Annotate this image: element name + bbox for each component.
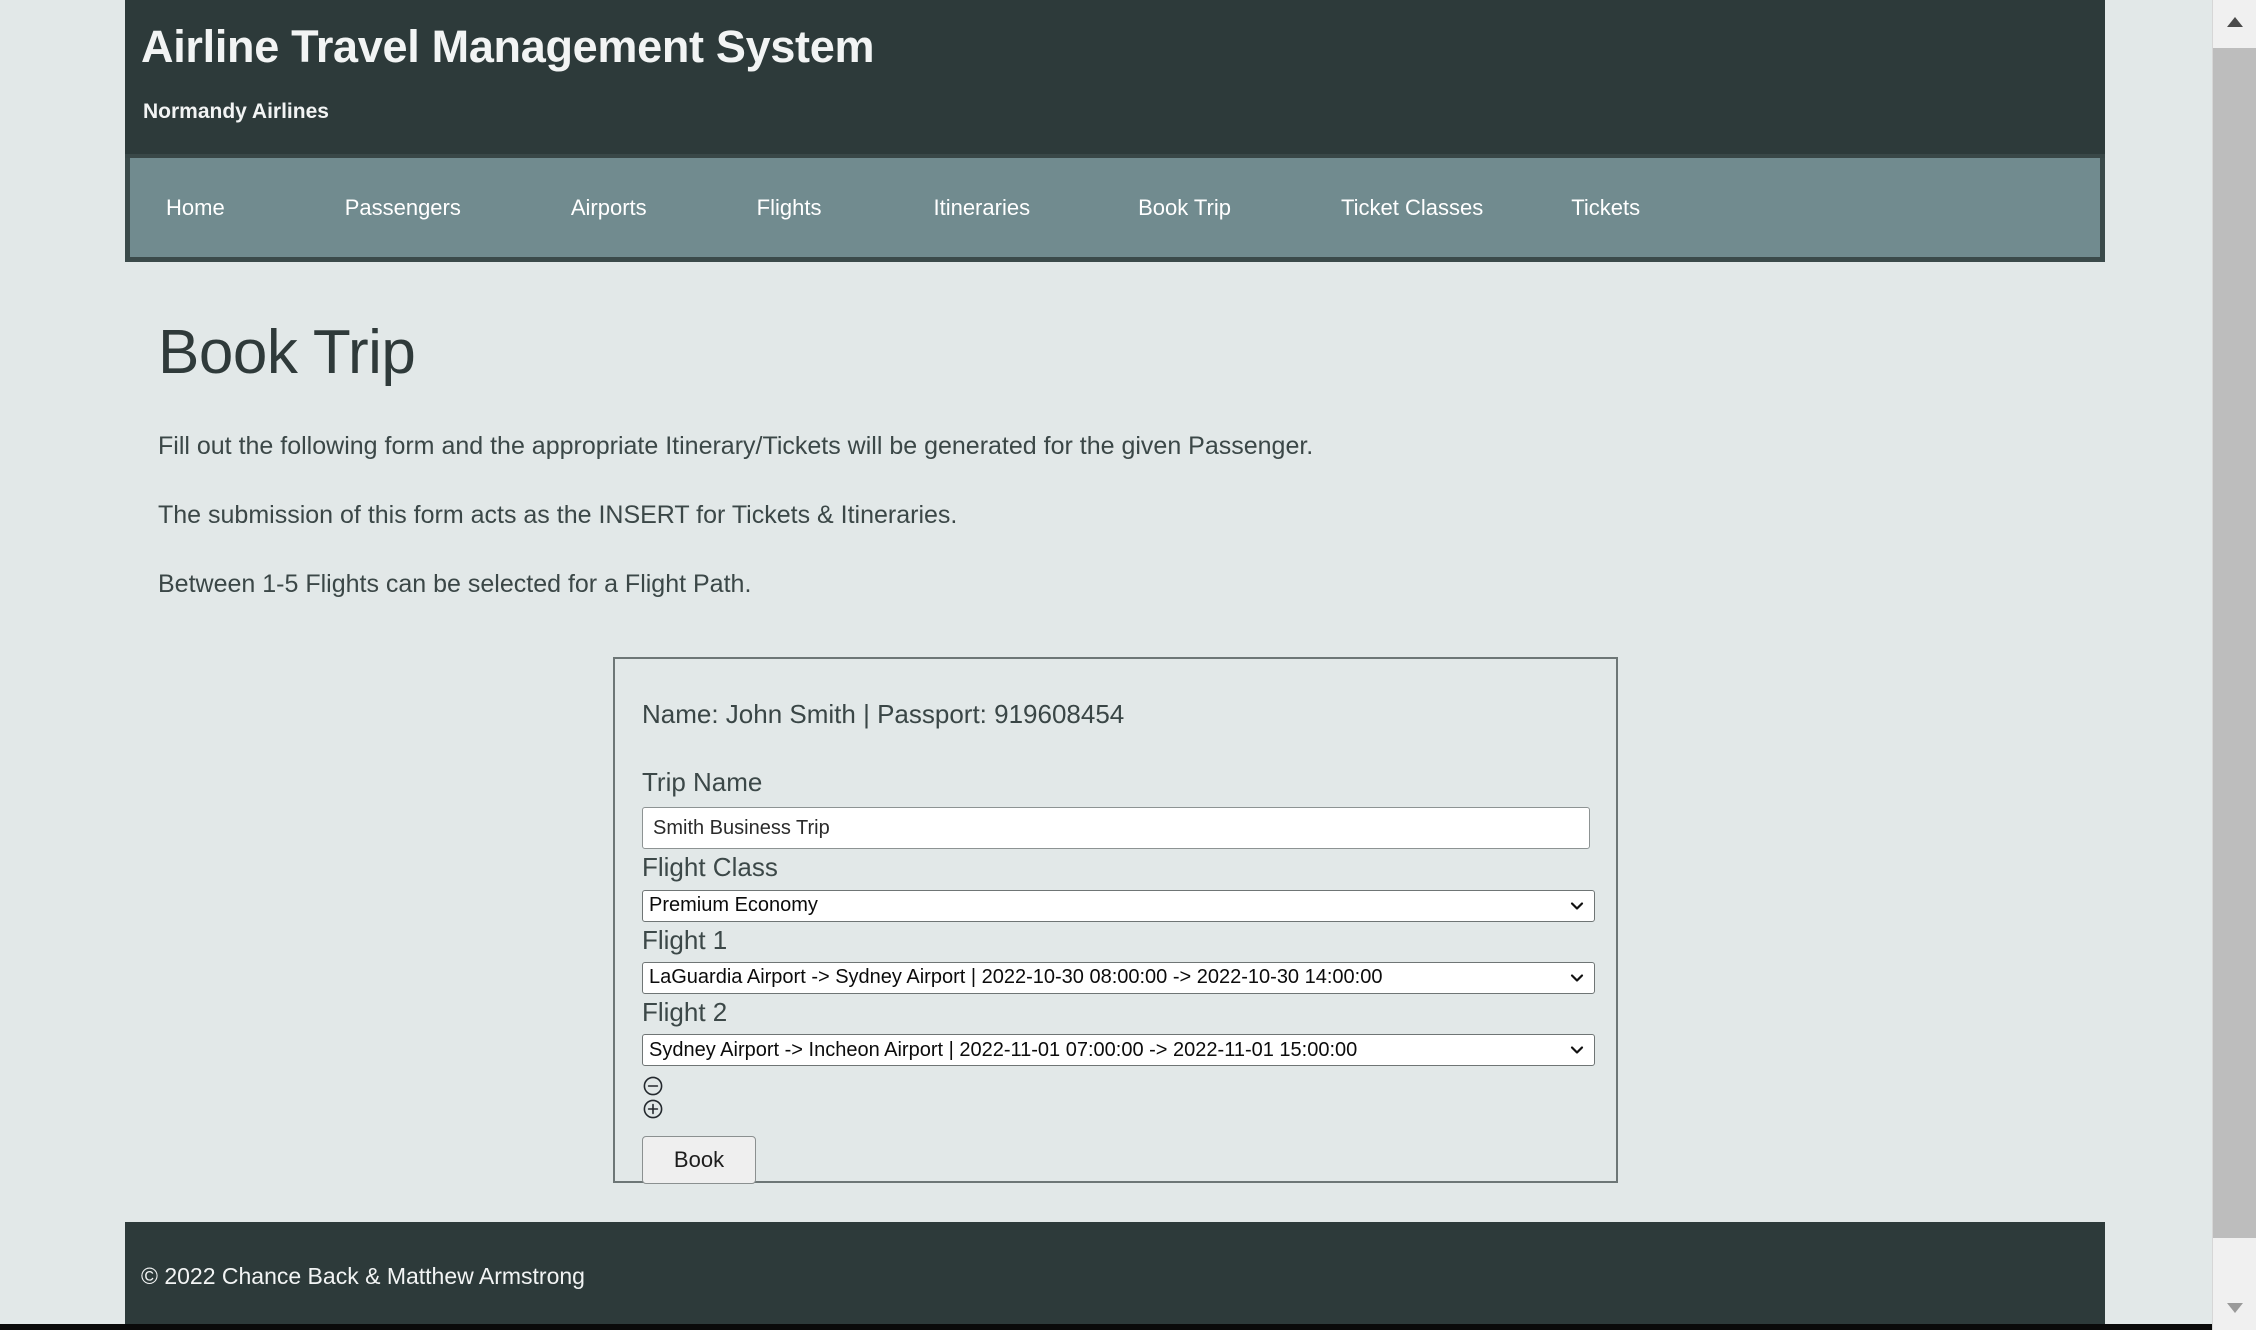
flight-2-selected-value: Sydney Airport -> Incheon Airport | 2022… <box>649 1038 1358 1061</box>
site-shell: Airline Travel Management System Normand… <box>125 0 2105 599</box>
page-title: Book Trip <box>158 318 416 388</box>
passenger-summary: Name: John Smith | Passport: 919608454 <box>642 699 1125 729</box>
intro-paragraph-2: The submission of this form acts as the … <box>158 501 958 530</box>
flight-2-select-wrap: Sydney Airport -> Incheon Airport | 2022… <box>642 1034 1595 1067</box>
window-bottom-edge <box>0 1324 2212 1330</box>
page-brand-subtitle: Normandy Airlines <box>143 100 329 124</box>
flight-class-select-wrap: Premium Economy <box>642 889 1595 922</box>
flight-1-select-wrap: LaGuardia Airport -> Sydney Airport | 20… <box>642 961 1595 994</box>
page-body: Airline Travel Management System Normand… <box>0 0 2212 1330</box>
intro-paragraph-3: Between 1-5 Flights can be selected for … <box>158 570 752 599</box>
scroll-up-button[interactable] <box>2213 0 2256 44</box>
page-brand-title: Airline Travel Management System <box>141 21 875 72</box>
flight-class-selected-value: Premium Economy <box>649 894 818 917</box>
sidebar-item-airports[interactable]: Airports <box>549 185 669 231</box>
sidebar-item-itineraries[interactable]: Itineraries <box>911 185 1052 231</box>
scroll-down-button[interactable] <box>2213 1286 2256 1330</box>
vertical-scrollbar[interactable] <box>2212 0 2256 1330</box>
flight-1-selected-value: LaGuardia Airport -> Sydney Airport | 20… <box>649 966 1383 989</box>
minus-circle-icon[interactable] <box>643 1076 663 1096</box>
flight-2-label: Flight 2 <box>642 996 728 1027</box>
site-header: Airline Travel Management System Normand… <box>125 0 2105 159</box>
main-navigation: Home Passengers Airports Flights Itinera… <box>125 158 2105 263</box>
flight-class-label: Flight Class <box>642 852 778 883</box>
main-content: Book Trip Fill out the following form an… <box>125 262 2105 599</box>
sidebar-item-passengers[interactable]: Passengers <box>323 185 483 231</box>
book-button[interactable]: Book <box>642 1136 756 1185</box>
sidebar-item-ticket-classes[interactable]: Ticket Classes <box>1319 185 1505 231</box>
intro-paragraph-1: Fill out the following form and the appr… <box>158 432 1314 461</box>
sidebar-item-book-trip[interactable]: Book Trip <box>1116 185 1253 231</box>
triangle-down-icon <box>2227 1303 2243 1313</box>
chevron-down-icon <box>1570 974 1584 982</box>
plus-circle-icon[interactable] <box>643 1099 663 1119</box>
sidebar-item-tickets[interactable]: Tickets <box>1549 185 1662 231</box>
chevron-down-icon <box>1570 1046 1584 1054</box>
form-inner: Name: John Smith | Passport: 919608454 T… <box>615 659 1616 1185</box>
book-trip-form-card: Name: John Smith | Passport: 919608454 T… <box>613 657 1618 1185</box>
flight-1-select[interactable]: LaGuardia Airport -> Sydney Airport | 20… <box>642 961 1595 994</box>
trip-name-label: Trip Name <box>642 767 763 797</box>
trip-name-input[interactable] <box>642 807 1590 850</box>
sidebar-item-home[interactable]: Home <box>144 185 247 231</box>
sidebar-item-flights[interactable]: Flights <box>735 185 844 231</box>
copyright-text: © 2022 Chance Back & Matthew Armstrong <box>141 1262 585 1289</box>
triangle-up-icon <box>2227 17 2243 27</box>
flight-class-select[interactable]: Premium Economy <box>642 889 1595 922</box>
flight-2-select[interactable]: Sydney Airport -> Incheon Airport | 2022… <box>642 1034 1595 1067</box>
site-footer: © 2022 Chance Back & Matthew Armstrong <box>125 1222 2105 1330</box>
flight-1-label: Flight 1 <box>642 924 728 955</box>
scrollbar-thumb[interactable] <box>2213 48 2256 1238</box>
browser-viewport: Airline Travel Management System Normand… <box>0 0 2256 1330</box>
chevron-down-icon <box>1570 901 1584 910</box>
